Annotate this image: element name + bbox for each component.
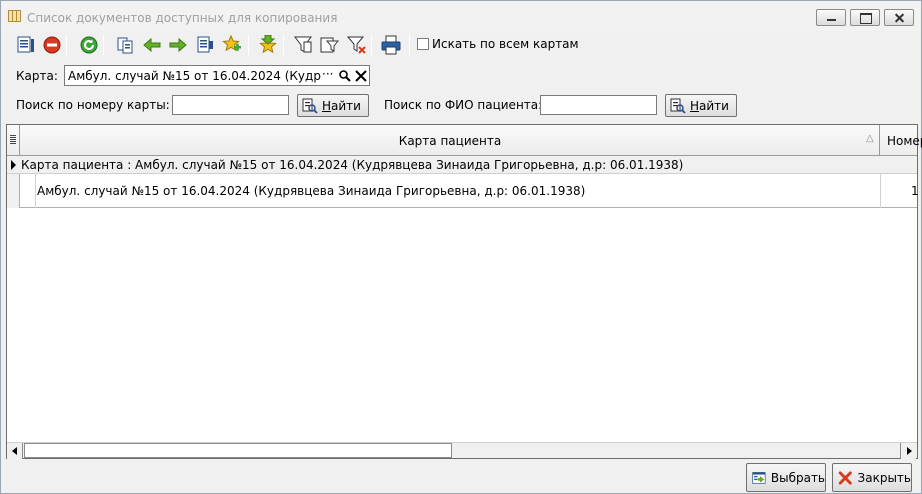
find-icon — [670, 98, 686, 114]
card-selector[interactable]: Амбул. случай №15 от 16.04.2024 (Кудрявц… — [64, 65, 370, 86]
edit-filter-button[interactable] — [317, 34, 340, 56]
add-star-icon — [221, 35, 241, 52]
patient-name-label: Поиск по ФИО пациента: — [384, 98, 543, 112]
stop-button[interactable] — [40, 34, 63, 56]
column-header-number[interactable]: Номер — [887, 134, 922, 148]
window-title: Список документов доступных для копирова… — [27, 11, 338, 25]
grid-header: Карта пациента △ Номер — [7, 125, 922, 156]
filter-button[interactable] — [291, 34, 314, 56]
patient-name-input[interactable] — [540, 95, 657, 115]
find-icon — [302, 98, 318, 114]
arrow-right-icon — [169, 37, 187, 53]
scroll-left-button[interactable] — [7, 443, 23, 459]
search-icon[interactable] — [338, 69, 352, 83]
move-right-button[interactable] — [166, 34, 189, 56]
properties-icon — [17, 36, 34, 53]
clear-icon[interactable] — [354, 69, 368, 83]
cell-patient-card: Амбул. случай №15 от 16.04.2024 (Кудрявц… — [37, 184, 586, 198]
column-chooser-button[interactable] — [7, 125, 20, 156]
stop-icon — [43, 36, 60, 54]
card-value: Амбул. случай №15 от 16.04.2024 (Кудрявц — [68, 69, 333, 83]
copy-document-icon — [117, 37, 132, 54]
search-all-cards-option[interactable]: Искать по всем картам — [417, 37, 579, 51]
copy-documents-window: Список документов доступных для копирова… — [0, 0, 922, 494]
title-bar: Список документов доступных для копирова… — [1, 1, 921, 31]
row-indicator-icon — [11, 160, 16, 170]
refresh-button[interactable] — [77, 34, 100, 56]
column-header-patient-card-label: Карта пациента — [398, 134, 502, 148]
select-button[interactable]: Выбрать — [746, 463, 826, 492]
group-row[interactable]: Карта пациента : Амбул. случай №15 от 16… — [7, 156, 917, 174]
document-list-button[interactable] — [193, 34, 216, 56]
scroll-thumb[interactable] — [24, 443, 452, 458]
document-list-icon — [197, 36, 213, 53]
card-ellipsis: ··· — [322, 67, 336, 81]
add-favorite-button[interactable] — [220, 34, 243, 56]
card-label: Карта: — [16, 69, 58, 83]
print-icon — [381, 35, 400, 55]
copy-document-button[interactable] — [113, 34, 136, 56]
card-number-label: Поиск по номеру карты: — [16, 98, 170, 112]
find-by-card-number-button[interactable]: Найти — [297, 94, 369, 117]
group-row-label: Карта пациента : Амбул. случай №15 от 16… — [21, 158, 684, 172]
print-button[interactable] — [379, 34, 402, 56]
documents-grid: Карта пациента △ Номер Карта пациента : … — [6, 124, 922, 459]
favorites-button[interactable] — [256, 34, 279, 56]
select-button-label: Выбрать — [770, 470, 825, 485]
horizontal-scrollbar[interactable] — [7, 442, 917, 459]
filter-icon — [293, 36, 312, 53]
close-window-button[interactable] — [884, 9, 914, 26]
maximize-button[interactable] — [850, 9, 880, 26]
column-chooser-icon — [10, 135, 16, 145]
toolbar: Искать по всем картам — [3, 32, 919, 59]
table-row[interactable]: Амбул. случай №15 от 16.04.2024 (Кудрявц… — [7, 174, 919, 208]
close-button[interactable]: Закрыть — [832, 463, 912, 492]
arrow-left-icon — [142, 37, 160, 53]
refresh-icon — [80, 36, 97, 54]
find-button-1-accel: Н — [322, 98, 332, 113]
edit-filter-icon — [320, 37, 339, 53]
card-number-input[interactable] — [172, 95, 289, 115]
find-button-2-accel: Н — [690, 98, 700, 113]
search-all-cards-checkbox[interactable] — [417, 38, 429, 50]
properties-button[interactable] — [14, 34, 37, 56]
find-button-1-label: айти — [331, 98, 361, 113]
move-left-button[interactable] — [140, 34, 163, 56]
clear-filter-icon — [346, 36, 366, 54]
scroll-right-button[interactable] — [900, 443, 916, 459]
clear-filter-button[interactable] — [345, 34, 368, 56]
find-by-patient-name-button[interactable]: Найти — [665, 94, 737, 117]
close-icon — [838, 470, 852, 485]
column-header-patient-card[interactable]: Карта пациента △ — [20, 125, 880, 156]
select-icon — [752, 471, 766, 484]
search-all-cards-label: Искать по всем картам — [432, 37, 579, 51]
table-icon — [8, 10, 21, 22]
close-button-label: Закрыть — [857, 470, 911, 485]
find-button-2-label: айти — [699, 98, 729, 113]
sort-ascending-icon: △ — [866, 133, 874, 144]
cell-number: 1 — [911, 184, 919, 198]
favorite-star-down-icon — [258, 35, 277, 54]
minimize-button[interactable] — [816, 9, 846, 26]
